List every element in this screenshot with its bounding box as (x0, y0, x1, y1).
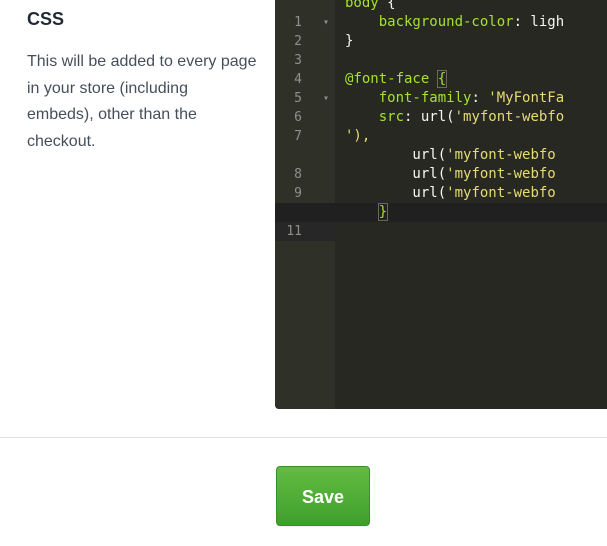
section-divider (0, 437, 607, 438)
code-text: url( (345, 147, 447, 163)
code-line[interactable]: 10 url('myfont-webfo (275, 184, 607, 220)
code-text: : ligh (513, 14, 565, 30)
code-text: : (471, 90, 489, 106)
css-string: 'myfont-webfo (446, 147, 556, 163)
css-at-rule: @font-face (345, 71, 430, 87)
css-string: 'myfont-webfo (454, 109, 565, 125)
code-line-wrapped[interactable]: '), (275, 127, 607, 146)
save-button[interactable]: Save (276, 466, 370, 526)
css-selector: body (345, 0, 379, 11)
line-number: 11 (286, 224, 302, 239)
brace: } (345, 33, 354, 49)
code-line-active[interactable]: 11 } (275, 203, 607, 241)
matched-brace: } (377, 203, 389, 221)
code-text: : url( (404, 109, 455, 125)
code-line[interactable]: 4 (275, 51, 607, 87)
css-property: font-family (345, 90, 472, 106)
section-description: This will be added to every page in your… (27, 53, 257, 150)
css-string: '), (345, 128, 371, 144)
code-line[interactable]: 9 url('myfont-webfo (275, 165, 607, 201)
code-text: url( (345, 185, 447, 201)
code-line[interactable]: 3 } (275, 32, 607, 68)
code-line[interactable]: 1 ▾ body { (275, 0, 607, 30)
code-line[interactable]: 7 src: url('myfont-webfo (275, 108, 607, 144)
code-line[interactable]: 6 font-family: 'MyFontFa (275, 89, 607, 125)
css-property: src (345, 109, 405, 125)
code-line[interactable]: 5 ▾ @font-face { (275, 70, 607, 106)
section-title: CSS (27, 9, 65, 29)
css-property: background-color (345, 14, 514, 30)
settings-page: CSS This will be added to every page in … (0, 0, 607, 546)
css-string: 'myfont-webfo (446, 166, 556, 182)
code-line[interactable]: 8 url('myfont-webfo (275, 146, 607, 182)
brace: { (378, 0, 396, 11)
css-string: 'myfont-webfo (446, 185, 556, 201)
css-string: 'MyFontFa (488, 90, 565, 106)
code-text: url( (345, 166, 447, 182)
matched-brace: { (436, 70, 448, 88)
css-code-editor[interactable]: 1 ▾ body { 2 background-color: ligh 3 } 4… (275, 0, 607, 409)
code-line[interactable]: 2 background-color: ligh (275, 13, 607, 49)
css-section-info: CSS This will be added to every page in … (27, 4, 257, 155)
